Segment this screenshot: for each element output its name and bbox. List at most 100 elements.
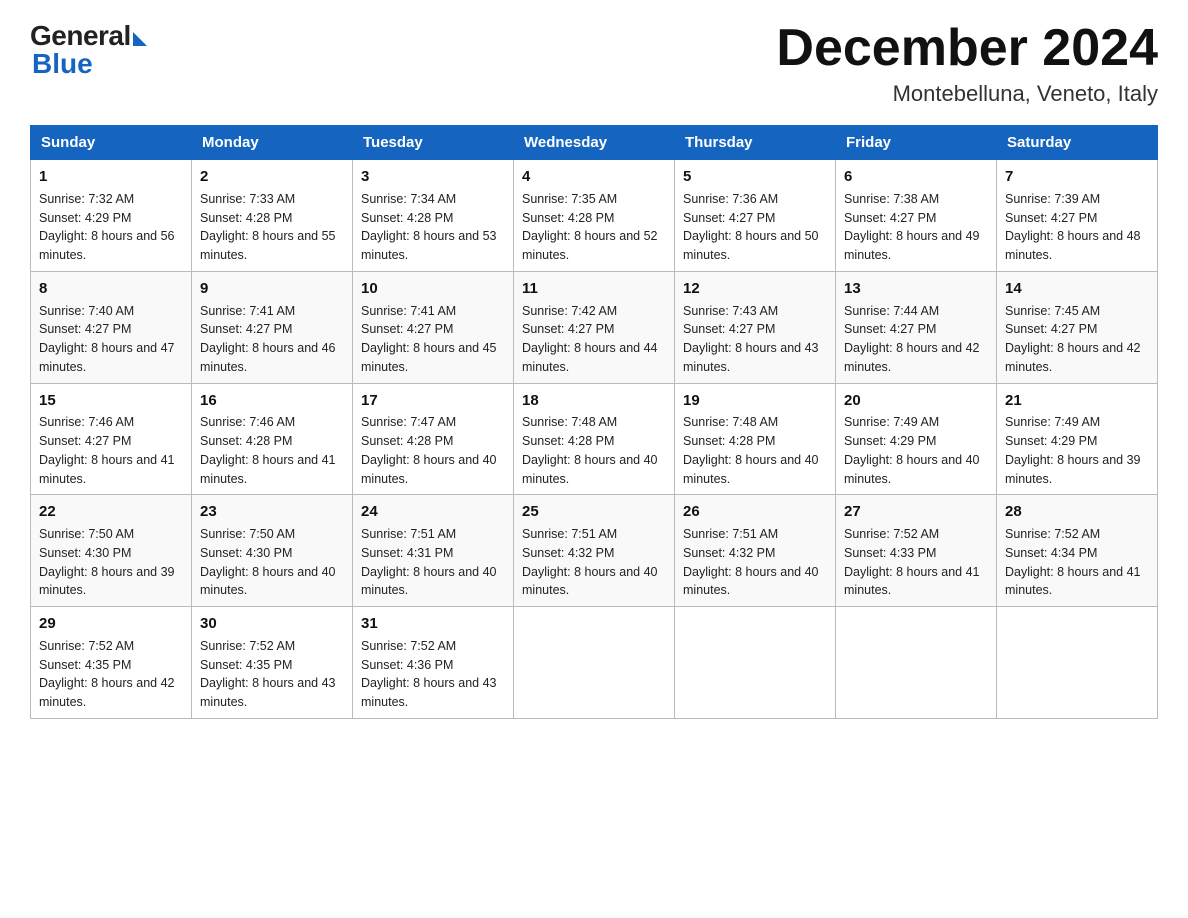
day-info: Sunrise: 7:44 AMSunset: 4:27 PMDaylight:… bbox=[844, 302, 988, 377]
header-monday: Monday bbox=[192, 126, 353, 160]
day-info: Sunrise: 7:42 AMSunset: 4:27 PMDaylight:… bbox=[522, 302, 666, 377]
day-info: Sunrise: 7:34 AMSunset: 4:28 PMDaylight:… bbox=[361, 190, 505, 265]
calendar-header-row: SundayMondayTuesdayWednesdayThursdayFrid… bbox=[31, 126, 1158, 160]
day-info: Sunrise: 7:49 AMSunset: 4:29 PMDaylight:… bbox=[1005, 413, 1149, 488]
logo: General Blue bbox=[30, 20, 147, 80]
day-cell: 25Sunrise: 7:51 AMSunset: 4:32 PMDayligh… bbox=[514, 495, 675, 607]
day-cell: 15Sunrise: 7:46 AMSunset: 4:27 PMDayligh… bbox=[31, 383, 192, 495]
day-info: Sunrise: 7:36 AMSunset: 4:27 PMDaylight:… bbox=[683, 190, 827, 265]
day-cell: 30Sunrise: 7:52 AMSunset: 4:35 PMDayligh… bbox=[192, 607, 353, 719]
day-cell: 3Sunrise: 7:34 AMSunset: 4:28 PMDaylight… bbox=[353, 160, 514, 272]
day-info: Sunrise: 7:38 AMSunset: 4:27 PMDaylight:… bbox=[844, 190, 988, 265]
day-number: 30 bbox=[200, 613, 344, 635]
day-info: Sunrise: 7:52 AMSunset: 4:34 PMDaylight:… bbox=[1005, 525, 1149, 600]
day-number: 12 bbox=[683, 278, 827, 300]
day-number: 6 bbox=[844, 166, 988, 188]
day-number: 18 bbox=[522, 390, 666, 412]
day-cell: 4Sunrise: 7:35 AMSunset: 4:28 PMDaylight… bbox=[514, 160, 675, 272]
day-cell: 31Sunrise: 7:52 AMSunset: 4:36 PMDayligh… bbox=[353, 607, 514, 719]
day-number: 23 bbox=[200, 501, 344, 523]
day-info: Sunrise: 7:32 AMSunset: 4:29 PMDaylight:… bbox=[39, 190, 183, 265]
day-number: 27 bbox=[844, 501, 988, 523]
day-number: 9 bbox=[200, 278, 344, 300]
day-info: Sunrise: 7:49 AMSunset: 4:29 PMDaylight:… bbox=[844, 413, 988, 488]
day-cell: 9Sunrise: 7:41 AMSunset: 4:27 PMDaylight… bbox=[192, 271, 353, 383]
day-info: Sunrise: 7:52 AMSunset: 4:33 PMDaylight:… bbox=[844, 525, 988, 600]
day-cell bbox=[836, 607, 997, 719]
day-number: 24 bbox=[361, 501, 505, 523]
week-row-5: 29Sunrise: 7:52 AMSunset: 4:35 PMDayligh… bbox=[31, 607, 1158, 719]
day-cell: 10Sunrise: 7:41 AMSunset: 4:27 PMDayligh… bbox=[353, 271, 514, 383]
day-cell: 2Sunrise: 7:33 AMSunset: 4:28 PMDaylight… bbox=[192, 160, 353, 272]
day-info: Sunrise: 7:45 AMSunset: 4:27 PMDaylight:… bbox=[1005, 302, 1149, 377]
page-header: General Blue December 2024 Montebelluna,… bbox=[30, 20, 1158, 107]
day-info: Sunrise: 7:39 AMSunset: 4:27 PMDaylight:… bbox=[1005, 190, 1149, 265]
day-cell: 12Sunrise: 7:43 AMSunset: 4:27 PMDayligh… bbox=[675, 271, 836, 383]
day-number: 29 bbox=[39, 613, 183, 635]
day-info: Sunrise: 7:51 AMSunset: 4:32 PMDaylight:… bbox=[522, 525, 666, 600]
day-info: Sunrise: 7:41 AMSunset: 4:27 PMDaylight:… bbox=[361, 302, 505, 377]
day-cell bbox=[997, 607, 1158, 719]
day-info: Sunrise: 7:52 AMSunset: 4:36 PMDaylight:… bbox=[361, 637, 505, 712]
day-number: 14 bbox=[1005, 278, 1149, 300]
day-cell: 22Sunrise: 7:50 AMSunset: 4:30 PMDayligh… bbox=[31, 495, 192, 607]
day-number: 15 bbox=[39, 390, 183, 412]
day-cell: 7Sunrise: 7:39 AMSunset: 4:27 PMDaylight… bbox=[997, 160, 1158, 272]
day-number: 26 bbox=[683, 501, 827, 523]
week-row-1: 1Sunrise: 7:32 AMSunset: 4:29 PMDaylight… bbox=[31, 160, 1158, 272]
day-number: 20 bbox=[844, 390, 988, 412]
day-cell: 13Sunrise: 7:44 AMSunset: 4:27 PMDayligh… bbox=[836, 271, 997, 383]
calendar-table: SundayMondayTuesdayWednesdayThursdayFrid… bbox=[30, 125, 1158, 719]
week-row-3: 15Sunrise: 7:46 AMSunset: 4:27 PMDayligh… bbox=[31, 383, 1158, 495]
day-info: Sunrise: 7:47 AMSunset: 4:28 PMDaylight:… bbox=[361, 413, 505, 488]
day-info: Sunrise: 7:48 AMSunset: 4:28 PMDaylight:… bbox=[683, 413, 827, 488]
day-cell: 16Sunrise: 7:46 AMSunset: 4:28 PMDayligh… bbox=[192, 383, 353, 495]
logo-blue-text: Blue bbox=[32, 48, 93, 80]
day-number: 7 bbox=[1005, 166, 1149, 188]
month-title: December 2024 bbox=[776, 20, 1158, 77]
day-cell: 14Sunrise: 7:45 AMSunset: 4:27 PMDayligh… bbox=[997, 271, 1158, 383]
header-wednesday: Wednesday bbox=[514, 126, 675, 160]
day-cell: 20Sunrise: 7:49 AMSunset: 4:29 PMDayligh… bbox=[836, 383, 997, 495]
day-number: 19 bbox=[683, 390, 827, 412]
day-info: Sunrise: 7:40 AMSunset: 4:27 PMDaylight:… bbox=[39, 302, 183, 377]
day-cell: 1Sunrise: 7:32 AMSunset: 4:29 PMDaylight… bbox=[31, 160, 192, 272]
day-cell: 21Sunrise: 7:49 AMSunset: 4:29 PMDayligh… bbox=[997, 383, 1158, 495]
day-info: Sunrise: 7:33 AMSunset: 4:28 PMDaylight:… bbox=[200, 190, 344, 265]
day-number: 3 bbox=[361, 166, 505, 188]
header-saturday: Saturday bbox=[997, 126, 1158, 160]
day-number: 16 bbox=[200, 390, 344, 412]
day-info: Sunrise: 7:43 AMSunset: 4:27 PMDaylight:… bbox=[683, 302, 827, 377]
day-cell: 24Sunrise: 7:51 AMSunset: 4:31 PMDayligh… bbox=[353, 495, 514, 607]
day-number: 5 bbox=[683, 166, 827, 188]
day-number: 28 bbox=[1005, 501, 1149, 523]
day-cell: 11Sunrise: 7:42 AMSunset: 4:27 PMDayligh… bbox=[514, 271, 675, 383]
day-cell: 23Sunrise: 7:50 AMSunset: 4:30 PMDayligh… bbox=[192, 495, 353, 607]
day-cell: 28Sunrise: 7:52 AMSunset: 4:34 PMDayligh… bbox=[997, 495, 1158, 607]
day-cell: 29Sunrise: 7:52 AMSunset: 4:35 PMDayligh… bbox=[31, 607, 192, 719]
day-number: 31 bbox=[361, 613, 505, 635]
day-cell: 8Sunrise: 7:40 AMSunset: 4:27 PMDaylight… bbox=[31, 271, 192, 383]
day-cell bbox=[514, 607, 675, 719]
header-tuesday: Tuesday bbox=[353, 126, 514, 160]
day-number: 25 bbox=[522, 501, 666, 523]
day-number: 11 bbox=[522, 278, 666, 300]
day-number: 2 bbox=[200, 166, 344, 188]
day-cell: 26Sunrise: 7:51 AMSunset: 4:32 PMDayligh… bbox=[675, 495, 836, 607]
week-row-4: 22Sunrise: 7:50 AMSunset: 4:30 PMDayligh… bbox=[31, 495, 1158, 607]
day-cell: 6Sunrise: 7:38 AMSunset: 4:27 PMDaylight… bbox=[836, 160, 997, 272]
header-thursday: Thursday bbox=[675, 126, 836, 160]
day-info: Sunrise: 7:50 AMSunset: 4:30 PMDaylight:… bbox=[39, 525, 183, 600]
day-info: Sunrise: 7:50 AMSunset: 4:30 PMDaylight:… bbox=[200, 525, 344, 600]
title-area: December 2024 Montebelluna, Veneto, Ital… bbox=[776, 20, 1158, 107]
header-friday: Friday bbox=[836, 126, 997, 160]
day-info: Sunrise: 7:46 AMSunset: 4:28 PMDaylight:… bbox=[200, 413, 344, 488]
day-info: Sunrise: 7:52 AMSunset: 4:35 PMDaylight:… bbox=[200, 637, 344, 712]
week-row-2: 8Sunrise: 7:40 AMSunset: 4:27 PMDaylight… bbox=[31, 271, 1158, 383]
day-info: Sunrise: 7:52 AMSunset: 4:35 PMDaylight:… bbox=[39, 637, 183, 712]
logo-triangle-icon bbox=[133, 32, 147, 46]
day-cell: 27Sunrise: 7:52 AMSunset: 4:33 PMDayligh… bbox=[836, 495, 997, 607]
day-number: 21 bbox=[1005, 390, 1149, 412]
day-cell: 17Sunrise: 7:47 AMSunset: 4:28 PMDayligh… bbox=[353, 383, 514, 495]
day-number: 13 bbox=[844, 278, 988, 300]
